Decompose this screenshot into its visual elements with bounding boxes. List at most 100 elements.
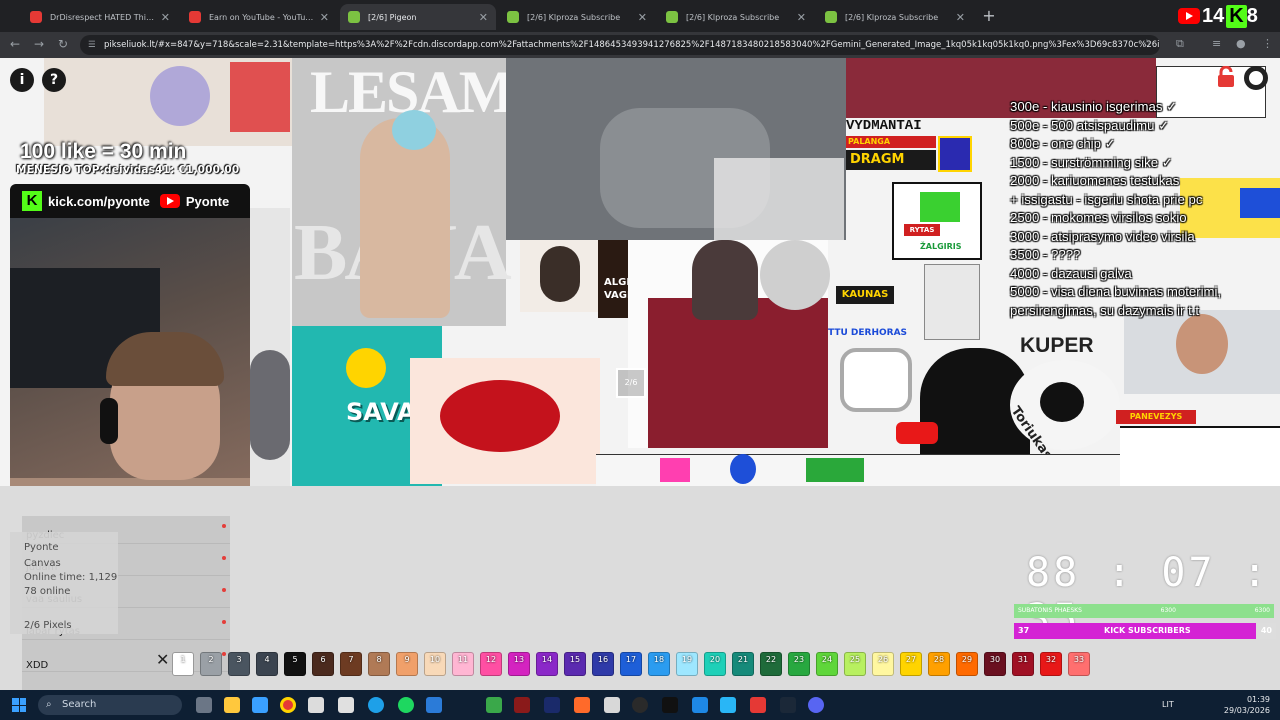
new-tab-button[interactable]: + <box>980 6 998 25</box>
palette-color-swatch[interactable]: 11 <box>452 652 474 676</box>
palette-color-swatch[interactable]: 27 <box>900 652 922 676</box>
tab-close-icon[interactable]: ✕ <box>797 11 806 24</box>
palette-color-swatch[interactable]: 25 <box>844 652 866 676</box>
youtube-logo-icon <box>159 194 180 208</box>
palette-color-swatch[interactable]: 18 <box>648 652 670 676</box>
terminal-icon[interactable] <box>662 697 678 713</box>
palette-color-swatch[interactable]: 9 <box>396 652 418 676</box>
site-info-icon[interactable]: ☰ <box>88 35 96 55</box>
palette-color-swatch[interactable]: 28 <box>928 652 950 676</box>
palette-color-swatch[interactable]: 14 <box>536 652 558 676</box>
chat-message-text: XDD <box>26 660 49 671</box>
close-icon[interactable]: ✕ <box>156 650 169 669</box>
app-icon-2[interactable] <box>338 697 354 713</box>
taskbar-search[interactable]: ⌕ Search <box>38 695 182 715</box>
pixel-art-board[interactable]: LESAM BANA VYDMANTAI PALANGA DRAGM RYTAS… <box>0 58 1280 486</box>
art-zalgiris: ŽALGIRIS <box>920 242 962 251</box>
profile-icon[interactable]: ● <box>1236 37 1246 50</box>
app-icon-3[interactable] <box>426 697 442 713</box>
edge-icon[interactable] <box>368 697 384 713</box>
store-icon[interactable] <box>252 697 268 713</box>
palette-color-swatch[interactable]: 33 <box>1068 652 1090 676</box>
premiere-icon[interactable] <box>544 697 560 713</box>
tab-close-icon[interactable]: ✕ <box>956 11 965 24</box>
palette-color-swatch[interactable]: 12 <box>480 652 502 676</box>
file-explorer-icon[interactable] <box>224 697 240 713</box>
app-icon-5[interactable] <box>514 697 530 713</box>
help-icon[interactable]: ? <box>42 68 66 92</box>
tab-close-icon[interactable]: ✕ <box>479 11 488 24</box>
kick-url: kick.com/pyonte <box>48 193 150 209</box>
pixel-canvas-viewport[interactable]: LESAM BANA VYDMANTAI PALANGA DRAGM RYTAS… <box>0 58 1280 690</box>
browser-tab[interactable]: [2/6] Klproza Subscribe ✕ <box>499 4 655 30</box>
palette-color-swatch[interactable]: 22 <box>760 652 782 676</box>
canvas-cursor-marker[interactable]: 2/6 <box>616 368 646 398</box>
palette-color-swatch[interactable]: 3 <box>228 652 250 676</box>
palette-color-swatch[interactable]: 5 <box>284 652 306 676</box>
palette-color-swatch[interactable]: 6 <box>312 652 334 676</box>
language-indicator[interactable]: LIT <box>1162 700 1174 709</box>
palette-color-swatch[interactable]: 23 <box>788 652 810 676</box>
obs-icon[interactable] <box>632 697 648 713</box>
palette-swatch-number: 19 <box>681 655 693 664</box>
palette-color-swatch[interactable]: 32 <box>1040 652 1062 676</box>
palette-color-swatch[interactable]: 2 <box>200 652 222 676</box>
extensions-icon[interactable]: ⧉ <box>1176 37 1184 51</box>
media-icon[interactable]: ≡ <box>1212 37 1221 50</box>
app-icon-4[interactable] <box>486 697 502 713</box>
palette-color-swatch[interactable]: 31 <box>1012 652 1034 676</box>
tab-close-icon[interactable]: ✕ <box>161 11 170 24</box>
lock-icon[interactable] <box>1216 65 1236 88</box>
palette-swatch-number: 18 <box>653 655 665 664</box>
brave-icon[interactable] <box>574 697 590 713</box>
palette-color-swatch[interactable]: 19 <box>676 652 698 676</box>
taskbar-search-placeholder: Search <box>62 699 97 710</box>
palette-color-swatch[interactable]: 16 <box>592 652 614 676</box>
menu-icon[interactable]: ⋮ <box>1262 37 1273 50</box>
palette-swatch-number: 32 <box>1045 655 1057 664</box>
discord-icon[interactable] <box>808 697 824 713</box>
app-icon-6[interactable] <box>604 697 620 713</box>
browser-tab[interactable]: [2/6] Pigeon ✕ <box>340 4 496 30</box>
palette-color-swatch[interactable]: 30 <box>984 652 1006 676</box>
palette-color-swatch[interactable]: 1 <box>172 652 194 676</box>
info-icon[interactable]: i <box>10 68 34 92</box>
back-icon[interactable]: ← <box>10 37 20 51</box>
chrome-icon[interactable] <box>280 697 296 713</box>
spotify-icon[interactable] <box>398 697 414 713</box>
gear-icon[interactable] <box>1244 66 1268 90</box>
palette-color-swatch[interactable]: 26 <box>872 652 894 676</box>
app-icon-1[interactable] <box>308 697 324 713</box>
palette-color-swatch[interactable]: 20 <box>704 652 726 676</box>
palette-color-swatch[interactable]: 17 <box>620 652 642 676</box>
browser-tab[interactable]: [2/6] Klproza Subscribe ✕ <box>658 4 814 30</box>
browser-tab[interactable]: DrDisrespect HATED This... Now ✕ <box>22 4 178 30</box>
palette-color-swatch[interactable]: 21 <box>732 652 754 676</box>
task-view-icon[interactable] <box>196 697 212 713</box>
palette-color-swatch[interactable]: 15 <box>564 652 586 676</box>
steam-icon[interactable] <box>780 697 796 713</box>
palette-swatch-number: 13 <box>513 655 525 664</box>
palette-color-swatch[interactable]: 8 <box>368 652 390 676</box>
palette-color-swatch[interactable]: 13 <box>508 652 530 676</box>
browser-tab[interactable]: [2/6] Klproza Subscribe ✕ <box>817 4 973 30</box>
tab-favicon-icon <box>348 11 360 23</box>
palette-color-swatch[interactable]: 10 <box>424 652 446 676</box>
system-clock[interactable]: 01:39 29/03/2026 <box>1224 694 1270 716</box>
app-icon-8[interactable] <box>720 697 736 713</box>
reload-icon[interactable]: ↻ <box>58 37 68 51</box>
tab-close-icon[interactable]: ✕ <box>320 11 329 24</box>
art-kuper: KUPER <box>1020 334 1094 357</box>
bookmark-star-icon[interactable]: ☆ <box>1142 37 1152 50</box>
app-icon-9[interactable] <box>750 697 766 713</box>
browser-tab[interactable]: Earn on YouTube - YouTube Stu ✕ <box>181 4 337 30</box>
palette-color-swatch[interactable]: 24 <box>816 652 838 676</box>
palette-color-swatch[interactable]: 29 <box>956 652 978 676</box>
palette-color-swatch[interactable]: 7 <box>340 652 362 676</box>
windows-start-icon[interactable] <box>12 698 26 712</box>
tab-close-icon[interactable]: ✕ <box>638 11 647 24</box>
app-icon-7[interactable] <box>692 697 708 713</box>
forward-icon[interactable]: → <box>34 37 44 51</box>
url-bar[interactable]: ☰ pikseliuok.lt/#x=847&y=718&scale=2.31&… <box>80 35 1160 55</box>
palette-color-swatch[interactable]: 4 <box>256 652 278 676</box>
